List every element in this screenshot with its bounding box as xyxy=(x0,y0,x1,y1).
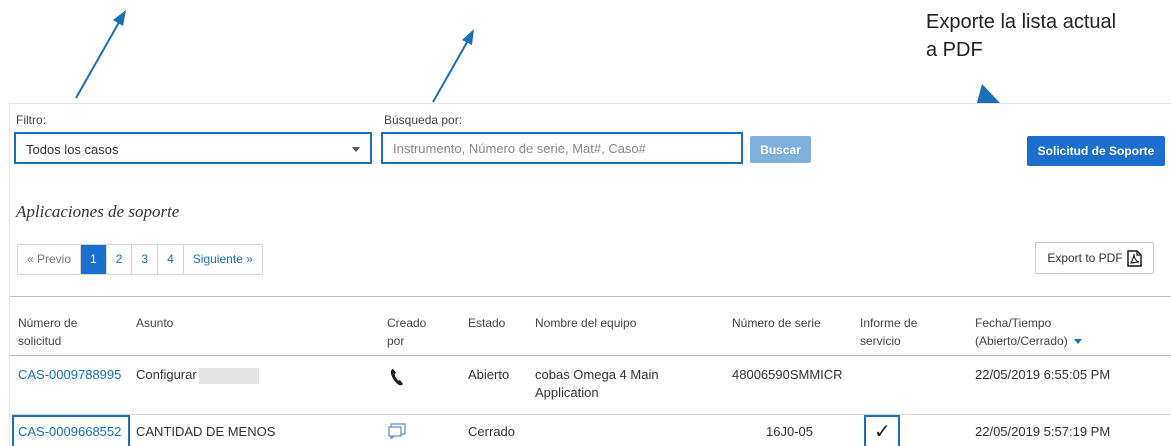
filter-label: Filtro: xyxy=(16,113,46,127)
column-header-service-report[interactable]: Informe de servicio xyxy=(860,314,917,350)
search-label: Búsqueda por: xyxy=(384,113,463,127)
case-datetime: 22/05/2019 5:57:19 PM xyxy=(975,424,1111,439)
column-header-serial[interactable]: Número de serie xyxy=(732,314,821,332)
search-arrow xyxy=(432,29,474,103)
column-header-datetime[interactable]: Fecha/Tiempo (Abierto/Cerrado) xyxy=(975,314,1082,350)
export-callout: Exporte la lista actual a PDF xyxy=(926,8,1166,64)
search-button[interactable]: Buscar xyxy=(750,136,811,163)
export-pdf-button[interactable]: Export to PDF xyxy=(1035,242,1154,274)
callout-line-2: a PDF xyxy=(926,39,983,61)
checkmark-icon: ✓ xyxy=(874,419,891,443)
pagination-next[interactable]: Siguiente » xyxy=(183,245,262,274)
pdf-icon xyxy=(1126,249,1142,267)
column-header-equipment[interactable]: Nombre del equipo xyxy=(535,314,636,332)
sort-desc-icon[interactable] xyxy=(1073,339,1082,345)
filter-selected-value: Todos los casos xyxy=(26,142,119,157)
support-request-button[interactable]: Solicitud de Soporte xyxy=(1027,136,1165,166)
callout-line-1: Exporte la lista actual xyxy=(926,11,1117,33)
case-equipment: cobas Omega 4 Main Application xyxy=(535,367,659,400)
pagination-prev[interactable]: « Previo xyxy=(18,245,82,274)
column-header-case-number[interactable]: Número de solicitud xyxy=(18,314,77,350)
filter-arrow xyxy=(75,10,126,99)
table-row[interactable]: CAS-0009788995 Configurar Abierto cobas … xyxy=(10,357,1171,415)
case-status: Cerrado xyxy=(468,424,515,439)
redacted-block xyxy=(198,367,259,384)
case-serial: 16J0-05 xyxy=(766,424,813,439)
case-number-link[interactable]: CAS-0009668552 xyxy=(18,423,121,441)
chevron-down-icon xyxy=(352,147,360,152)
table-header: Número de solicitud Asunto Creado por Es… xyxy=(10,296,1171,356)
page-title: Aplicaciones de soporte xyxy=(16,202,180,221)
pagination-page-2[interactable]: 2 xyxy=(106,245,133,274)
case-subject: Configurar xyxy=(136,366,259,384)
phone-icon xyxy=(390,369,403,386)
search-input[interactable] xyxy=(381,132,743,164)
column-header-status[interactable]: Estado xyxy=(468,314,505,332)
filter-select[interactable]: Todos los casos xyxy=(14,132,372,164)
chat-icon xyxy=(388,423,406,439)
pagination-page-1[interactable]: 1 xyxy=(81,245,107,274)
case-number-link[interactable]: CAS-0009788995 xyxy=(18,366,121,384)
table-row[interactable]: CAS-0009668552 CANTIDAD DE MENOS Cerrado… xyxy=(10,415,1171,446)
support-cases-panel: Filtro: Todos los casos Búsqueda por: Bu… xyxy=(9,103,1171,446)
case-subject: CANTIDAD DE MENOS xyxy=(136,424,276,439)
case-serial: 48006590SMMICR xyxy=(732,367,843,382)
pagination-page-3[interactable]: 3 xyxy=(132,245,159,274)
pagination-page-4[interactable]: 4 xyxy=(158,245,184,274)
export-pdf-label: Export to PDF xyxy=(1047,251,1123,265)
case-datetime: 22/05/2019 6:55:05 PM xyxy=(975,367,1111,382)
column-header-subject[interactable]: Asunto xyxy=(136,314,173,332)
column-header-created-by[interactable]: Creado por xyxy=(387,314,426,350)
service-report-cell[interactable]: ✓ xyxy=(864,415,900,446)
case-status: Abierto xyxy=(468,367,510,382)
pagination: « Previo 1 2 3 4 Siguiente » xyxy=(17,244,263,275)
